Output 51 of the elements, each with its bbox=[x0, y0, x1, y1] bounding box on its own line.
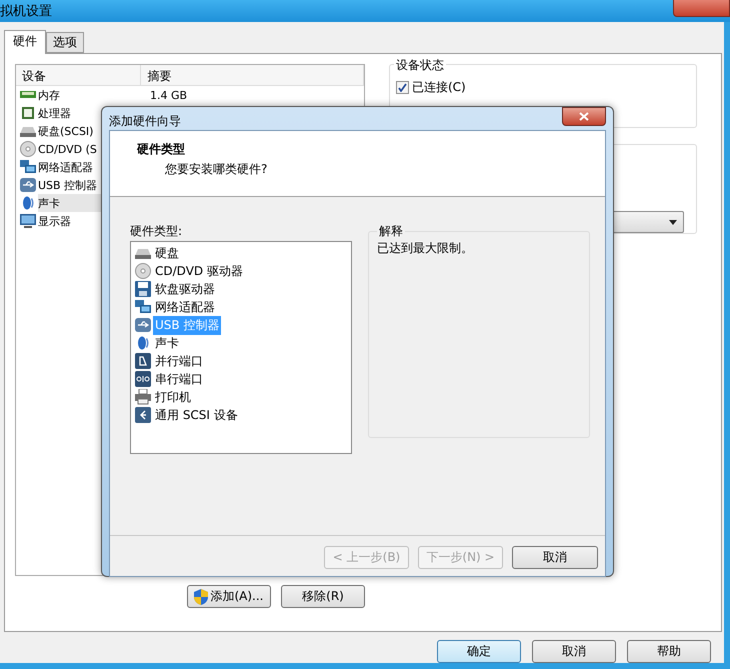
column-header[interactable]: 摘要 bbox=[141, 65, 364, 85]
window-title: 拟机设置 bbox=[0, 3, 52, 20]
group-title: 设备状态 bbox=[394, 57, 446, 74]
add-button[interactable]: 添加(A)... bbox=[187, 585, 271, 608]
list-label: 硬件类型: bbox=[130, 223, 184, 240]
scsi-icon bbox=[135, 407, 151, 423]
list-item[interactable]: 软盘驱动器 bbox=[153, 280, 217, 298]
close-button[interactable] bbox=[562, 107, 606, 126]
list-item[interactable]: CD/DVD 驱动器 bbox=[153, 262, 245, 280]
wizard-subheading: 您要安装哪类硬件? bbox=[164, 161, 268, 178]
remove-button[interactable]: 移除(R) bbox=[281, 585, 365, 608]
list-item[interactable]: 硬盘 bbox=[153, 244, 181, 262]
device-summary: 1.4 GB bbox=[150, 88, 188, 102]
close-icon bbox=[579, 112, 589, 121]
dialog-title: 添加硬件向导 bbox=[109, 113, 181, 130]
wizard-heading: 硬件类型 bbox=[137, 141, 186, 158]
disc-icon bbox=[135, 263, 151, 279]
speaker-icon bbox=[20, 195, 36, 211]
network-icon bbox=[135, 299, 151, 315]
tab[interactable]: 选项 bbox=[46, 32, 84, 53]
dialog-button[interactable]: 取消 bbox=[532, 640, 616, 663]
list-item[interactable]: 打印机 bbox=[153, 388, 193, 406]
column-header[interactable]: 设备 bbox=[16, 65, 142, 85]
shield-icon bbox=[194, 588, 208, 604]
usb-icon bbox=[135, 317, 151, 333]
list-item[interactable]: 通用 SCSI 设备 bbox=[153, 406, 240, 424]
dropdown-arrow-icon bbox=[669, 220, 677, 224]
port-icon bbox=[135, 371, 151, 387]
chip-icon bbox=[20, 105, 36, 121]
device-name[interactable]: 内存 bbox=[38, 86, 146, 104]
checkbox[interactable] bbox=[396, 81, 409, 94]
tab[interactable]: 硬件 bbox=[4, 30, 46, 54]
checkbox-label: 已连接(C) bbox=[412, 79, 466, 96]
wizard-button[interactable]: 取消 bbox=[512, 546, 598, 569]
dialog-button[interactable]: 帮助 bbox=[627, 640, 711, 663]
usb-icon bbox=[20, 177, 36, 193]
speaker-icon bbox=[135, 335, 151, 351]
connected-checkbox[interactable]: 已连接(C) bbox=[396, 79, 688, 96]
network-icon bbox=[20, 159, 36, 175]
printer-icon bbox=[135, 389, 151, 405]
list-item[interactable]: 并行端口 bbox=[153, 352, 205, 370]
dialog-button[interactable]: 确定 bbox=[437, 640, 521, 663]
list-item[interactable]: 声卡 bbox=[153, 334, 181, 352]
explanation-text: 已达到最大限制。 bbox=[377, 241, 473, 255]
disc-icon bbox=[20, 141, 36, 157]
monitor-icon bbox=[20, 213, 36, 229]
list-item[interactable]: 串行端口 bbox=[153, 370, 205, 388]
check-icon bbox=[398, 83, 407, 92]
group-title: 解释 bbox=[377, 223, 405, 240]
list-item[interactable]: 网络适配器 bbox=[153, 298, 217, 316]
port-icon bbox=[135, 353, 151, 369]
